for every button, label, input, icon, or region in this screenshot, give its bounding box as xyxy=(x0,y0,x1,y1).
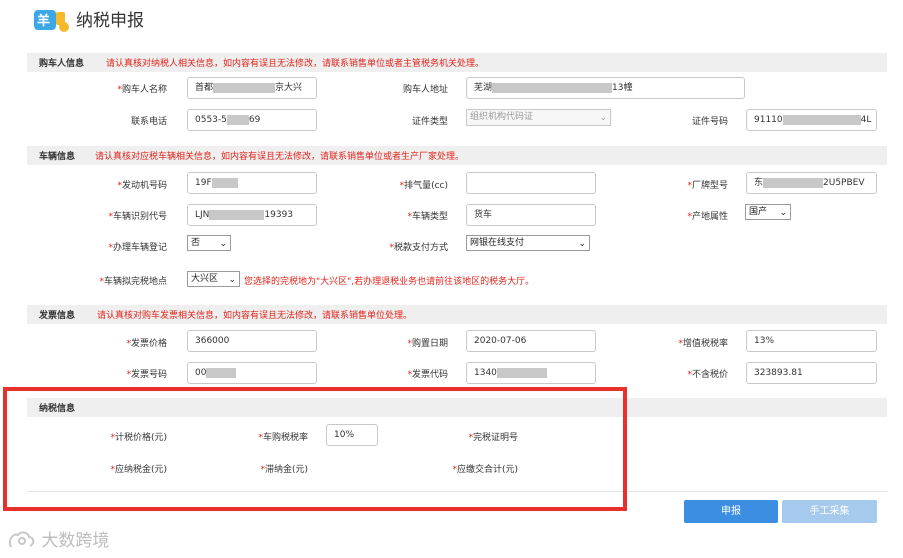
origin-select[interactable]: 国产 ⌄ xyxy=(745,204,791,220)
svg-text:羊: 羊 xyxy=(37,13,50,29)
vin-field[interactable]: LJN 19393 xyxy=(187,204,317,226)
vat-rate-field[interactable]: 13% xyxy=(746,330,877,352)
chevron-down-icon: ⌄ xyxy=(599,113,607,123)
vat-rate-label: *增值税税率 xyxy=(678,339,728,349)
buyer-name-field[interactable]: 首都 京大兴 xyxy=(187,77,317,99)
cert-no-label: 证件号码 xyxy=(691,117,728,127)
invoice-price-label: *发票价格 xyxy=(126,339,167,349)
section-header-invoice: 发票信息 请认真核对购车发票相关信息，如内容有误且无法修改，请联系销售单位处理。 xyxy=(27,305,887,324)
purchase-date-label: *购置日期 xyxy=(407,339,448,349)
origin-label: *产地属性 xyxy=(687,212,728,222)
tax-location-label: *车辆拟完税地点 xyxy=(99,277,167,287)
purchase-date-field[interactable]: 2020-07-06 xyxy=(466,330,596,352)
chevron-down-icon: ⌄ xyxy=(578,239,586,249)
buyer-address-label: 购车人地址 xyxy=(402,85,448,95)
invoice-number-label: *发票号码 xyxy=(126,370,167,380)
displacement-field[interactable] xyxy=(466,172,596,194)
chevron-down-icon: ⌄ xyxy=(228,275,236,285)
invoice-number-field[interactable]: 00 xyxy=(187,362,317,384)
section-header-vehicle: 车辆信息 请认真核对应税车辆相关信息，如内容有误且无法修改，请联系销售单位或者生… xyxy=(27,146,887,165)
section-note: 请认真核对购车发票相关信息，如内容有误且无法修改，请联系销售单位处理。 xyxy=(97,311,413,321)
invoice-code-field[interactable]: 1340 xyxy=(466,362,596,384)
vehicle-type-label: *车辆类型 xyxy=(407,212,448,222)
tax-location-select[interactable]: 大兴区 ⌄ xyxy=(187,271,240,287)
section-note: 请认真核对应税车辆相关信息，如内容有误且无法修改，请联系销售单位或者生产厂家处理… xyxy=(95,152,465,162)
excl-tax-price-label: *不含税价 xyxy=(687,370,728,380)
cert-type-label: 证件类型 xyxy=(411,117,448,127)
chevron-down-icon: ⌄ xyxy=(219,239,227,249)
highlight-box xyxy=(3,387,627,511)
register-label: *办理车辆登记 xyxy=(108,243,167,253)
chevron-down-icon: ⌄ xyxy=(779,208,787,218)
phone-label: 联系电话 xyxy=(130,117,167,127)
app-logo-icon: 羊 xyxy=(34,10,69,32)
phone-field[interactable]: 0553-5 69 xyxy=(187,109,317,131)
section-title: 购车人信息 xyxy=(39,59,85,69)
buyer-name-label: *购车人名称 xyxy=(117,85,167,95)
page-title: 纳税申报 xyxy=(76,11,144,31)
payment-method-label: *税款支付方式 xyxy=(389,243,448,253)
cert-type-select[interactable]: 组织机构代码证 ⌄ xyxy=(466,109,611,126)
vehicle-type-field[interactable]: 货车 xyxy=(466,204,596,226)
buyer-address-field[interactable]: 芜湖 13幢 xyxy=(466,77,745,99)
displacement-label: *排气量(cc) xyxy=(399,181,448,191)
model-field[interactable]: 东 2U5PBEV xyxy=(746,172,877,194)
engine-no-field[interactable]: 19F xyxy=(187,172,317,194)
tax-location-note: 您选择的完税地为"大兴区",若办理退税业务也请前往该地区的税务大厅。 xyxy=(244,277,535,287)
section-header-buyer: 购车人信息 请认真核对纳税人相关信息，如内容有误且无法修改，请联系销售单位或者主… xyxy=(27,53,887,72)
section-note: 请认真核对纳税人相关信息，如内容有误且无法修改，请联系销售单位或者主管税务机关处… xyxy=(106,59,485,69)
title-bar: 羊 纳税申报 xyxy=(0,0,903,44)
cert-no-field[interactable]: 91110 4L xyxy=(746,109,877,131)
section-title: 车辆信息 xyxy=(39,152,76,162)
watermark: 大数跨境 xyxy=(6,526,109,553)
engine-no-label: *发动机号码 xyxy=(117,181,167,191)
invoice-price-field[interactable]: 366000 xyxy=(187,330,317,352)
register-select[interactable]: 否 ⌄ xyxy=(187,235,231,251)
model-label: *厂牌型号 xyxy=(687,181,728,191)
submit-button[interactable]: 申报 xyxy=(684,500,778,523)
excl-tax-price-field[interactable]: 323893.81 xyxy=(746,362,877,384)
watermark-logo-icon xyxy=(8,531,35,548)
vin-label: *车辆识别代号 xyxy=(108,212,167,222)
section-title: 发票信息 xyxy=(39,311,76,321)
invoice-code-label: *发票代码 xyxy=(407,370,448,380)
manual-collect-button[interactable]: 手工采集 xyxy=(782,500,877,523)
payment-method-select[interactable]: 网银在线支付 ⌄ xyxy=(466,235,590,251)
